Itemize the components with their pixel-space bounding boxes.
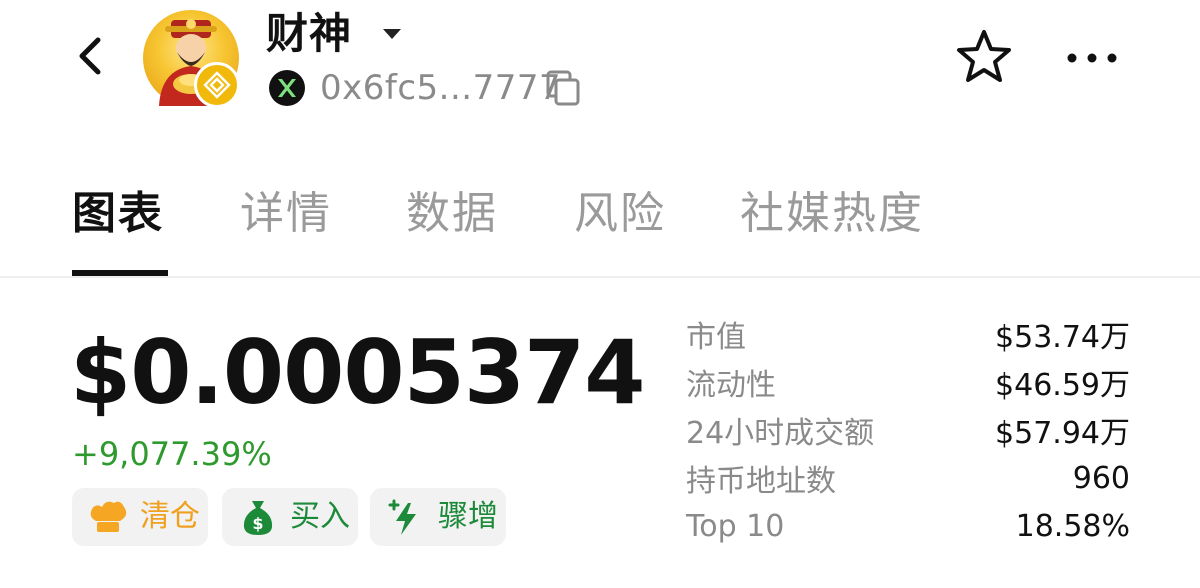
star-icon <box>955 28 1013 88</box>
stat-label: 24小时成交额 <box>686 416 875 451</box>
money-bag-icon: $ <box>238 497 278 537</box>
more-button[interactable] <box>1060 36 1124 80</box>
stat-value: 18.58% <box>1015 508 1130 544</box>
token-name[interactable]: 财神 <box>266 8 352 60</box>
svg-text:$: $ <box>252 514 263 533</box>
bnb-badge-icon <box>194 62 240 108</box>
stat-value: 960 <box>1072 460 1130 496</box>
price-change: +9,077.39% <box>72 435 272 473</box>
token-price: $0.0005374 <box>70 321 646 424</box>
more-dots-icon <box>1064 49 1120 68</box>
x-chain-icon <box>269 70 305 106</box>
stat-label: 市值 <box>686 320 746 355</box>
token-address: 0x6fc5...7777 <box>320 68 562 108</box>
stat-top10: Top 10 18.58% <box>686 502 1130 550</box>
stat-value: $46.59万 <box>995 368 1130 403</box>
buy-button[interactable]: $ 买入 <box>222 488 358 546</box>
buy-label: 买入 <box>290 499 350 534</box>
active-tab-indicator <box>72 270 168 276</box>
surge-button[interactable]: 骤增 <box>370 488 506 546</box>
favorite-button[interactable] <box>952 26 1016 90</box>
back-button[interactable] <box>62 30 118 86</box>
lightning-plus-icon <box>386 497 426 537</box>
stat-label: 流动性 <box>686 368 776 403</box>
stat-value: $53.74万 <box>995 320 1130 355</box>
tab-data[interactable]: 数据 <box>406 184 498 244</box>
caret-down-icon[interactable] <box>380 24 404 44</box>
tab-details[interactable]: 详情 <box>240 184 332 244</box>
tab-chart[interactable]: 图表 <box>72 184 164 244</box>
stat-label: 持币地址数 <box>686 464 836 499</box>
stat-holders: 持币地址数 960 <box>686 454 1130 502</box>
stat-market-cap: 市值 $53.74万 <box>686 310 1130 358</box>
stat-liquidity: 流动性 $46.59万 <box>686 358 1130 406</box>
clear-position-label: 清仓 <box>140 499 200 534</box>
tab-risk[interactable]: 风险 <box>574 184 666 244</box>
copy-icon[interactable] <box>544 68 584 108</box>
stat-value: $57.94万 <box>995 416 1130 451</box>
tab-bar: 图表 详情 数据 风险 社媒热度 <box>0 176 1200 278</box>
stat-24h-volume: 24小时成交额 $57.94万 <box>686 406 1130 454</box>
tab-social-heat[interactable]: 社媒热度 <box>740 184 924 244</box>
chevron-left-icon <box>72 34 108 82</box>
stat-label: Top 10 <box>686 508 785 544</box>
token-stats: 市值 $53.74万 流动性 $46.59万 24小时成交额 $57.94万 持… <box>686 310 1130 550</box>
chef-hat-icon <box>88 497 128 537</box>
clear-position-button[interactable]: 清仓 <box>72 488 208 546</box>
surge-label: 骤增 <box>438 499 498 534</box>
